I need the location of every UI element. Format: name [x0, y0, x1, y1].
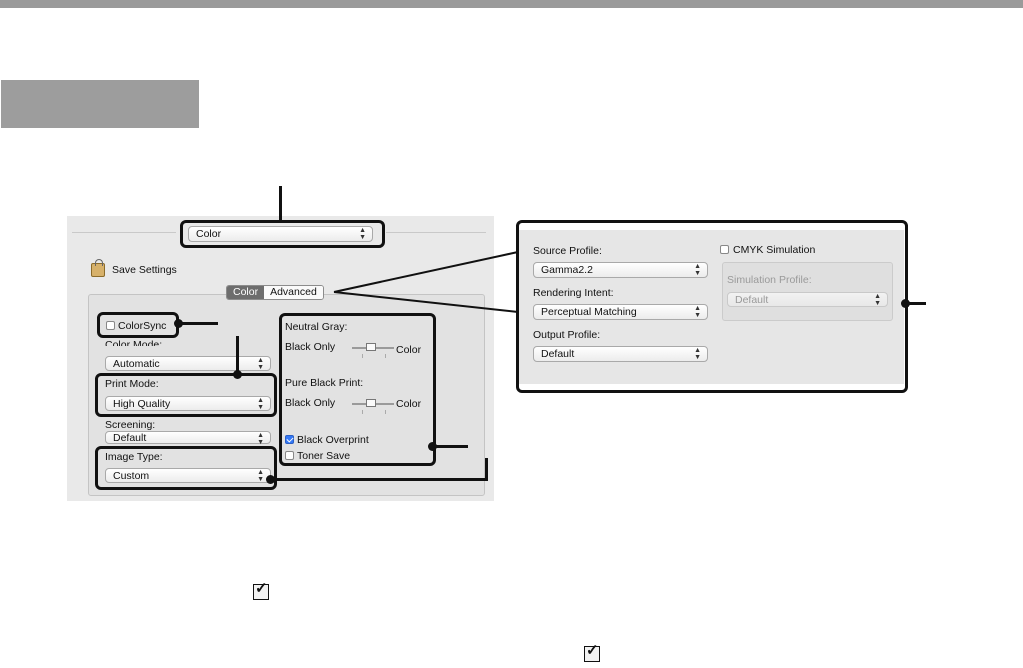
- screening-select[interactable]: Default ▲ ▼: [105, 431, 271, 446]
- zoom-line-top: [333, 251, 519, 293]
- tab-bar: Color Advanced: [226, 285, 324, 300]
- select-arrows-icon: ▲ ▼: [257, 357, 264, 371]
- leader-line: [270, 478, 487, 481]
- leader-dot: [174, 319, 183, 328]
- tab-advanced[interactable]: Advanced: [264, 286, 323, 299]
- leader-line: [906, 302, 926, 305]
- select-arrows-icon: ▲ ▼: [257, 432, 264, 446]
- separator: [72, 232, 176, 233]
- leader-dot: [266, 475, 275, 484]
- callout-image-type: [95, 446, 277, 490]
- callout-gray-settings: [279, 313, 436, 466]
- header-bar: [0, 0, 1023, 8]
- callout-print-mode: [95, 373, 277, 417]
- leader-line: [485, 458, 488, 481]
- callout-colorsync: [97, 312, 179, 338]
- tab-color[interactable]: Color: [227, 286, 265, 299]
- color-mode-select[interactable]: Automatic ▲ ▼: [105, 356, 271, 371]
- checkmark-icon: ✓: [253, 580, 269, 600]
- leader-dot: [428, 442, 437, 451]
- leader-line: [279, 186, 282, 222]
- zoom-line-bottom: [333, 291, 519, 313]
- color-mode-label: Color Mode:: [105, 339, 163, 346]
- save-settings-label[interactable]: Save Settings: [112, 264, 177, 276]
- section-label-box: [1, 80, 199, 128]
- leader-line: [178, 322, 218, 325]
- screening-label: Screening:: [105, 419, 156, 431]
- zoom-lines: [333, 251, 519, 313]
- leader-line: [432, 445, 468, 448]
- lock-icon[interactable]: [91, 259, 105, 277]
- leader-dot: [233, 370, 242, 379]
- checkmark-icon: ✓: [584, 642, 600, 662]
- callout-advanced-panel: [516, 220, 908, 393]
